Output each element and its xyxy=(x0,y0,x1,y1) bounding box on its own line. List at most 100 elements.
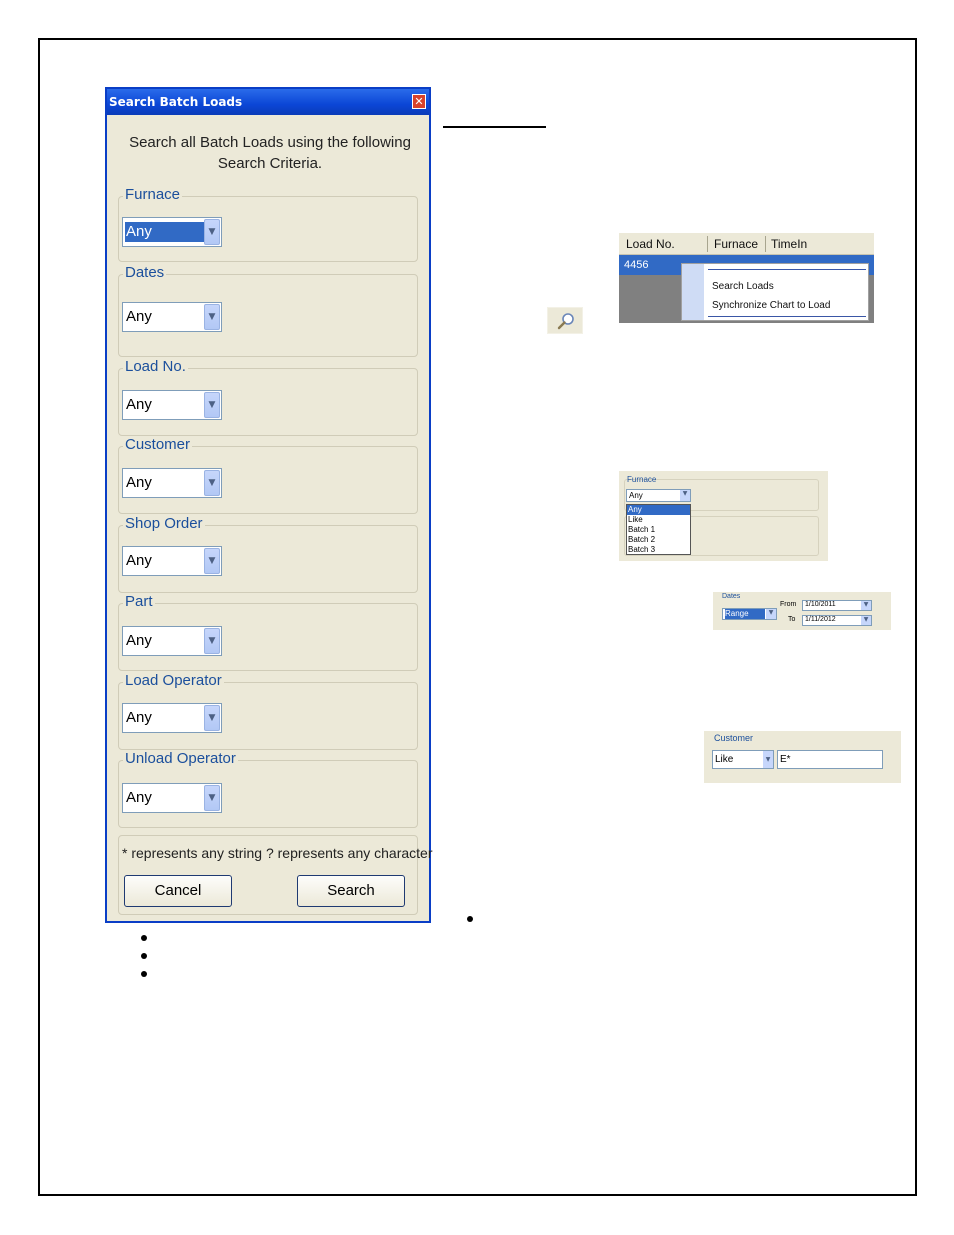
from-date-picker[interactable]: 1/10/2011 ▼ xyxy=(802,600,872,611)
unload-operator-label: Unload Operator xyxy=(123,750,238,768)
from-date-value: 1/10/2011 xyxy=(805,601,836,608)
furnace-group: Furnace Any ▼ xyxy=(118,186,418,262)
magnifier-icon xyxy=(557,313,574,330)
menu-item-synchronize-chart[interactable]: Synchronize Chart to Load xyxy=(712,300,830,311)
column-header-furnace: Furnace xyxy=(714,237,759,251)
bullet-marker xyxy=(141,953,147,959)
load-list-header: Load No. Furnace TimeIn xyxy=(619,233,874,255)
chevron-down-icon[interactable]: ▼ xyxy=(204,470,220,496)
load-operator-group: Load Operator Any ▼ xyxy=(118,672,418,750)
customer-label: Customer xyxy=(123,436,193,454)
context-menu-icon-strip xyxy=(682,264,704,320)
load-operator-select[interactable]: Any ▼ xyxy=(122,703,222,733)
furnace-label: Furnace xyxy=(123,186,183,204)
part-label: Part xyxy=(123,593,155,611)
shop-order-value: Any xyxy=(126,552,152,569)
dates-range-screenshot: Dates Range ▼ From 1/10/2011 ▼ To 1/11/2… xyxy=(713,592,891,630)
dates-group: Dates Any ▼ xyxy=(118,264,418,357)
menu-item-search-loads[interactable]: Search Loads xyxy=(712,281,774,292)
customer-select[interactable]: Any ▼ xyxy=(122,468,222,498)
option-batch-3[interactable]: Batch 3 xyxy=(627,545,690,555)
customer-group: Customer Any ▼ xyxy=(118,436,418,514)
dialog-instructions: Search all Batch Loads using the followi… xyxy=(129,134,411,172)
dialog-title: Search Batch Loads xyxy=(109,95,243,109)
chevron-down-icon[interactable]: ▼ xyxy=(204,304,220,330)
menu-divider xyxy=(708,316,866,317)
chevron-down-icon[interactable]: ▼ xyxy=(763,751,773,768)
furnace-mini-value: Any xyxy=(629,491,643,500)
bullet-marker xyxy=(467,916,473,922)
column-separator xyxy=(765,236,766,252)
part-group: Part Any ▼ xyxy=(118,593,418,671)
column-header-timein: TimeIn xyxy=(771,237,808,251)
customer-value: Any xyxy=(126,474,152,491)
dates-mode-select[interactable]: Range ▼ xyxy=(722,608,777,620)
from-label: From xyxy=(780,601,797,608)
unload-operator-value: Any xyxy=(126,789,152,806)
furnace-mini-select[interactable]: Any ▼ xyxy=(626,489,691,502)
dates-value: Any xyxy=(126,308,152,325)
customer-mini-label: Customer xyxy=(714,733,754,743)
load-no-group: Load No. Any ▼ xyxy=(118,358,418,436)
load-operator-label: Load Operator xyxy=(123,672,224,690)
unload-operator-group: Unload Operator Any ▼ xyxy=(118,750,418,828)
chevron-down-icon[interactable]: ▼ xyxy=(204,705,220,731)
customer-mode-value: Like xyxy=(715,754,734,765)
chevron-down-icon[interactable]: ▼ xyxy=(204,628,220,654)
load-no-cell: 4456 xyxy=(624,259,649,271)
to-label: To xyxy=(788,616,796,623)
cancel-button[interactable]: Cancel xyxy=(124,875,232,907)
close-icon[interactable]: ✕ xyxy=(412,94,426,109)
part-select[interactable]: Any ▼ xyxy=(122,626,222,656)
shop-order-select[interactable]: Any ▼ xyxy=(122,546,222,576)
chevron-down-icon[interactable]: ▼ xyxy=(204,219,220,245)
wildcard-note: * represents any string ? represents any… xyxy=(122,845,433,861)
option-batch-2[interactable]: Batch 2 xyxy=(627,535,690,545)
customer-pattern-input[interactable]: E* xyxy=(777,750,883,769)
search-button[interactable]: Search xyxy=(297,875,405,907)
search-batch-loads-dialog: Search Batch Loads ✕ Search all Batch Lo… xyxy=(105,87,433,923)
customer-pattern-value: E* xyxy=(780,754,791,765)
part-value: Any xyxy=(126,632,152,649)
column-header-load-no: Load No. xyxy=(626,237,675,251)
furnace-mini-label: Furnace xyxy=(627,475,657,484)
chevron-down-icon[interactable]: ▼ xyxy=(766,609,776,619)
chevron-down-icon[interactable]: ▼ xyxy=(204,785,220,811)
customer-mode-select[interactable]: Like ▼ xyxy=(712,750,774,769)
customer-like-screenshot: Customer Like ▼ E* xyxy=(704,731,901,783)
load-no-value: Any xyxy=(126,396,152,413)
load-no-select[interactable]: Any ▼ xyxy=(122,390,222,420)
furnace-options-list: Any Like Batch 1 Batch 2 Batch 3 xyxy=(626,504,691,555)
shop-order-group: Shop Order Any ▼ xyxy=(118,515,418,593)
chevron-down-icon[interactable]: ▼ xyxy=(861,601,871,610)
search-toolbar-button[interactable] xyxy=(547,307,583,334)
unload-operator-select[interactable]: Any ▼ xyxy=(122,783,222,813)
dates-mini-label: Dates xyxy=(722,593,741,600)
chevron-down-icon[interactable]: ▼ xyxy=(680,490,690,501)
load-no-label: Load No. xyxy=(123,358,188,376)
furnace-select[interactable]: Any ▼ xyxy=(122,217,222,247)
load-list-screenshot: Load No. Furnace TimeIn 4456 Search Load… xyxy=(619,233,874,323)
dialog-title-bar[interactable]: Search Batch Loads ✕ xyxy=(107,89,429,115)
option-like[interactable]: Like xyxy=(627,515,690,525)
shop-order-label: Shop Order xyxy=(123,515,205,533)
dialog-footer: * represents any string ? represents any… xyxy=(118,835,433,915)
to-date-picker[interactable]: 1/11/2012 ▼ xyxy=(802,615,872,626)
bullet-marker xyxy=(141,971,147,977)
heading-underline xyxy=(443,126,546,128)
bullet-marker xyxy=(141,935,147,941)
furnace-value: Any xyxy=(125,222,205,242)
furnace-dropdown-screenshot: Furnace Any ▼ Any Like Batch 1 Batch 2 B… xyxy=(619,471,828,561)
to-date-value: 1/11/2012 xyxy=(805,616,836,623)
menu-divider xyxy=(708,269,866,270)
load-operator-value: Any xyxy=(126,709,152,726)
column-separator xyxy=(707,236,708,252)
dates-select[interactable]: Any ▼ xyxy=(122,302,222,332)
chevron-down-icon[interactable]: ▼ xyxy=(204,548,220,574)
dates-label: Dates xyxy=(123,264,167,282)
option-any[interactable]: Any xyxy=(627,505,690,515)
context-menu: Search Loads Synchronize Chart to Load xyxy=(681,263,869,321)
chevron-down-icon[interactable]: ▼ xyxy=(861,616,871,625)
option-batch-1[interactable]: Batch 1 xyxy=(627,525,690,535)
chevron-down-icon[interactable]: ▼ xyxy=(204,392,220,418)
